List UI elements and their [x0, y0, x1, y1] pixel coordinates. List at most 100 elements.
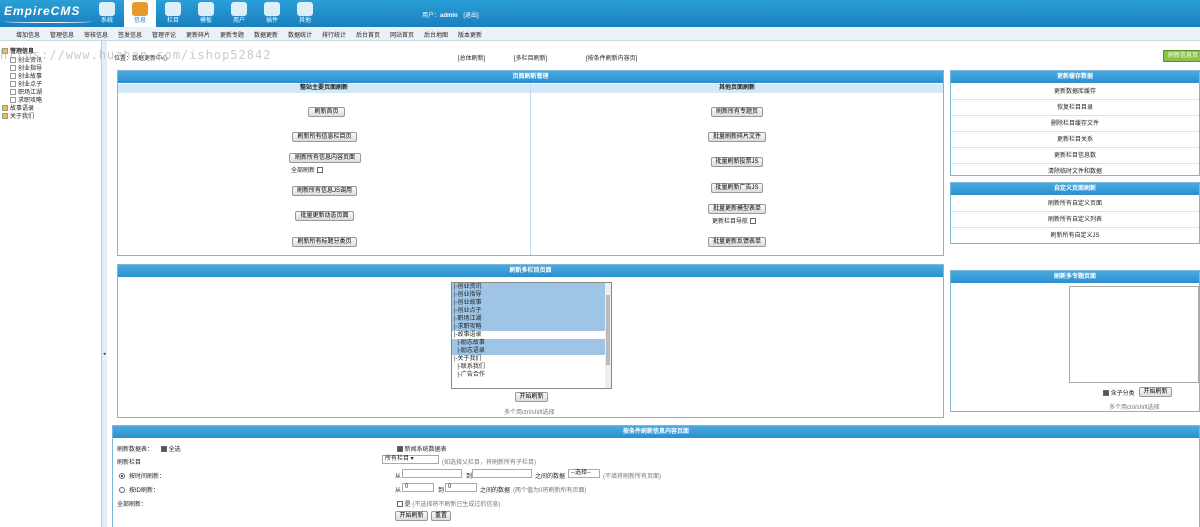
nav-update-checkbox[interactable] — [750, 218, 757, 225]
update-db-cache-link[interactable]: 更新数据库缓存 — [951, 84, 1199, 100]
by-id-radio[interactable] — [119, 487, 125, 494]
tree-folder[interactable]: 故事语录 — [2, 105, 34, 113]
subnav-admin-home[interactable]: 后台首页 — [356, 30, 380, 39]
subnav-add-info[interactable]: 增加信息 — [16, 30, 40, 39]
subnav-site-home[interactable]: 网站首页 — [390, 30, 414, 39]
update-column-relation-link[interactable]: 更新栏目关系 — [951, 132, 1199, 148]
select-all-checkbox[interactable] — [161, 446, 167, 453]
full-refresh-checkbox[interactable] — [317, 167, 324, 174]
column-option[interactable]: |-励志语录 — [452, 347, 611, 355]
batch-refresh-vote-js-button[interactable]: 批量刷新投票JS — [711, 157, 763, 167]
refresh-title-class-button[interactable]: 刷新所有标题分类页 — [292, 237, 357, 247]
delete-column-cache-link[interactable]: 删除栏目缓存文件 — [951, 116, 1199, 132]
batch-refresh-ad-js-button[interactable]: 批量刷新广告JS — [711, 183, 763, 193]
time-to-input[interactable] — [472, 469, 532, 478]
subnav-manage-info[interactable]: 管理信息 — [50, 30, 74, 39]
all-refresh-link[interactable]: [总体刷新] — [458, 53, 485, 62]
page-icon — [10, 65, 16, 72]
subnav-comments[interactable]: 管理评论 — [152, 30, 176, 39]
column-option[interactable]: |-关于我们 — [452, 355, 611, 363]
nav-info[interactable]: 信息 — [124, 0, 156, 27]
page-icon — [10, 81, 16, 88]
refresh-all-content-pages-button[interactable]: 刷新所有信息内容页面 — [289, 153, 361, 163]
subnav-rank-stats[interactable]: 排行统计 — [322, 30, 346, 39]
column-hint: (如选择父栏目，将刷新所有子栏目) — [442, 460, 536, 466]
time-from-label: 从 — [395, 474, 402, 480]
subnav-topics[interactable]: 更新专题 — [220, 30, 244, 39]
multi-start-button[interactable]: 开始刷新 — [515, 392, 548, 402]
table-news-checkbox[interactable] — [397, 446, 403, 453]
subnav-fragments[interactable]: 更新碎片 — [186, 30, 210, 39]
topic-start-button[interactable]: 开始刷新 — [1139, 387, 1172, 397]
refresh-custom-pages-link[interactable]: 刷新所有自定义页面 — [951, 196, 1199, 212]
nav-template[interactable]: 模板 — [190, 0, 222, 27]
nav-user[interactable]: 用户 — [223, 0, 255, 27]
column-option[interactable]: |-创业指导 — [452, 291, 611, 299]
by-time-radio[interactable] — [119, 473, 125, 480]
refresh-home-button[interactable]: 刷新首页 — [308, 107, 345, 117]
subnav-version[interactable]: 版本更新 — [458, 30, 482, 39]
subnav-data-stats[interactable]: 数据统计 — [288, 30, 312, 39]
nav-other[interactable]: 其他 — [289, 0, 321, 27]
left-col-header: 整站主要页面刷新 — [118, 84, 530, 93]
multi-refresh-link[interactable]: [多栏目刷新] — [514, 53, 547, 62]
nav-plugin[interactable]: 插件 — [256, 0, 288, 27]
update-column-count-link[interactable]: 更新栏目信息数 — [951, 148, 1199, 164]
tree-item[interactable]: 职场江湖 — [10, 89, 42, 97]
column-option[interactable]: |-职场江湖 — [452, 315, 611, 323]
refresh-all-js-button[interactable]: 刷新所有信息JS调用 — [292, 186, 357, 196]
tree-item[interactable]: 创业故事 — [10, 73, 42, 81]
column-option[interactable]: |-创业资讯 — [452, 283, 611, 291]
multiselect-scrollbar[interactable] — [605, 283, 611, 388]
column-select[interactable]: 所有栏目 ▾ — [382, 455, 439, 464]
tree-item[interactable]: 创业指导 — [10, 65, 42, 73]
tree-item[interactable]: 创业点子 — [10, 81, 42, 89]
column-option[interactable]: |-求职攻略 — [452, 323, 611, 331]
column-option[interactable]: |-故事语录 — [452, 331, 611, 339]
column-option[interactable]: |-广告合作 — [452, 371, 611, 379]
column-option[interactable]: |-励志故事 — [452, 339, 611, 347]
refresh-all-column-pages-button[interactable]: 刷新所有信息栏目页 — [292, 132, 357, 142]
custom-panel-title: 自定义页面刷新 — [951, 183, 1199, 195]
tree-item[interactable]: 求职攻略 — [10, 97, 42, 105]
include-child-checkbox[interactable] — [1103, 390, 1109, 397]
topic-select-box[interactable] — [1069, 286, 1199, 383]
full-refresh-label: 全部刷新 — [291, 168, 316, 174]
pane-splitter[interactable]: ◂ — [102, 41, 107, 527]
nav-column[interactable]: 栏目 — [157, 0, 189, 27]
column-option[interactable]: |-创业点子 — [452, 307, 611, 315]
tree-folder[interactable]: 关于我们 — [2, 113, 34, 121]
nav-system[interactable]: 系统 — [91, 0, 123, 27]
clear-temp-files-link[interactable]: 清除临时文件和数据 — [951, 164, 1199, 180]
left-tree-pane: 管理信息 创业资讯 创业指导 创业故事 创业点子 职场江湖 求职攻略 故事语录 … — [0, 41, 102, 527]
subnav-audit-info[interactable]: 审核信息 — [84, 30, 108, 39]
by-id-label: 按ID刷新： — [129, 488, 160, 494]
refresh-info-button[interactable]: 刷新信息页 — [1163, 50, 1200, 62]
all-refresh-checkbox[interactable] — [397, 501, 403, 508]
subnav-data-update[interactable]: 数据更新 — [254, 30, 278, 39]
batch-update-feedback-button[interactable]: 批量更新反馈表单 — [708, 237, 766, 247]
column-option[interactable]: |-联系我们 — [452, 363, 611, 371]
cond-start-button[interactable]: 开始刷新 — [395, 511, 428, 521]
refresh-all-topics-button[interactable]: 刷新所有专题页 — [711, 107, 763, 117]
batch-update-dynamic-button[interactable]: 批量更新动态页面 — [295, 211, 354, 221]
cond-reset-button[interactable]: 重置 — [431, 511, 451, 521]
user-info: 用户：admin [退出] — [422, 10, 479, 19]
logout-link[interactable]: [退出] — [463, 13, 478, 19]
username: admin — [440, 13, 458, 19]
time-from-input[interactable] — [402, 469, 462, 478]
refresh-custom-js-link[interactable]: 刷新所有自定义JS — [951, 228, 1199, 244]
batch-update-model-form-button[interactable]: 批量更新模型表单 — [708, 204, 766, 214]
id-to-input[interactable]: 0 — [445, 483, 477, 492]
restore-column-dir-link[interactable]: 恢复栏目目录 — [951, 100, 1199, 116]
column-option[interactable]: |-创业故事 — [452, 299, 611, 307]
topic-panel: 刷新多专题页面 含子分类 开始刷新 多个用ctrl/shift选择 — [950, 270, 1200, 412]
batch-refresh-fragments-button[interactable]: 批量刷新碎片文件 — [708, 132, 766, 142]
subnav-sign-info[interactable]: 签发信息 — [118, 30, 142, 39]
id-from-input[interactable]: 0 — [402, 483, 434, 492]
column-multiselect[interactable]: |-创业资讯 |-创业指导 |-创业故事 |-创业点子 |-职场江湖 |-求职攻略 |-故事… — [451, 282, 612, 389]
refresh-custom-lists-link[interactable]: 刷新所有自定义列表 — [951, 212, 1199, 228]
subnav-admin-map[interactable]: 后台地图 — [424, 30, 448, 39]
cond-refresh-link[interactable]: [按条件刷新内容页] — [586, 53, 637, 62]
time-preset-select[interactable]: --选择-- — [568, 469, 600, 478]
